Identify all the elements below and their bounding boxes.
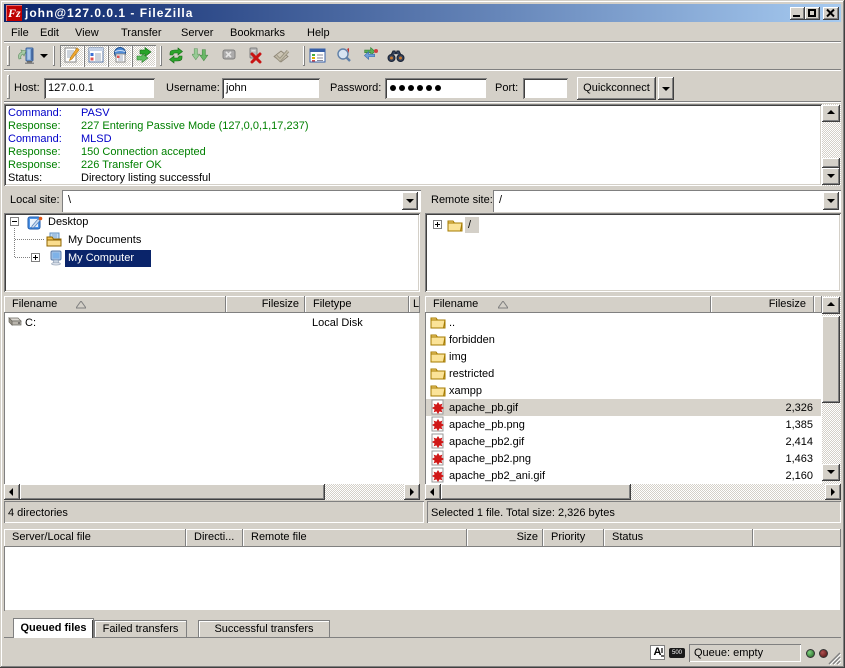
svg-text:Fz: Fz <box>7 6 21 20</box>
